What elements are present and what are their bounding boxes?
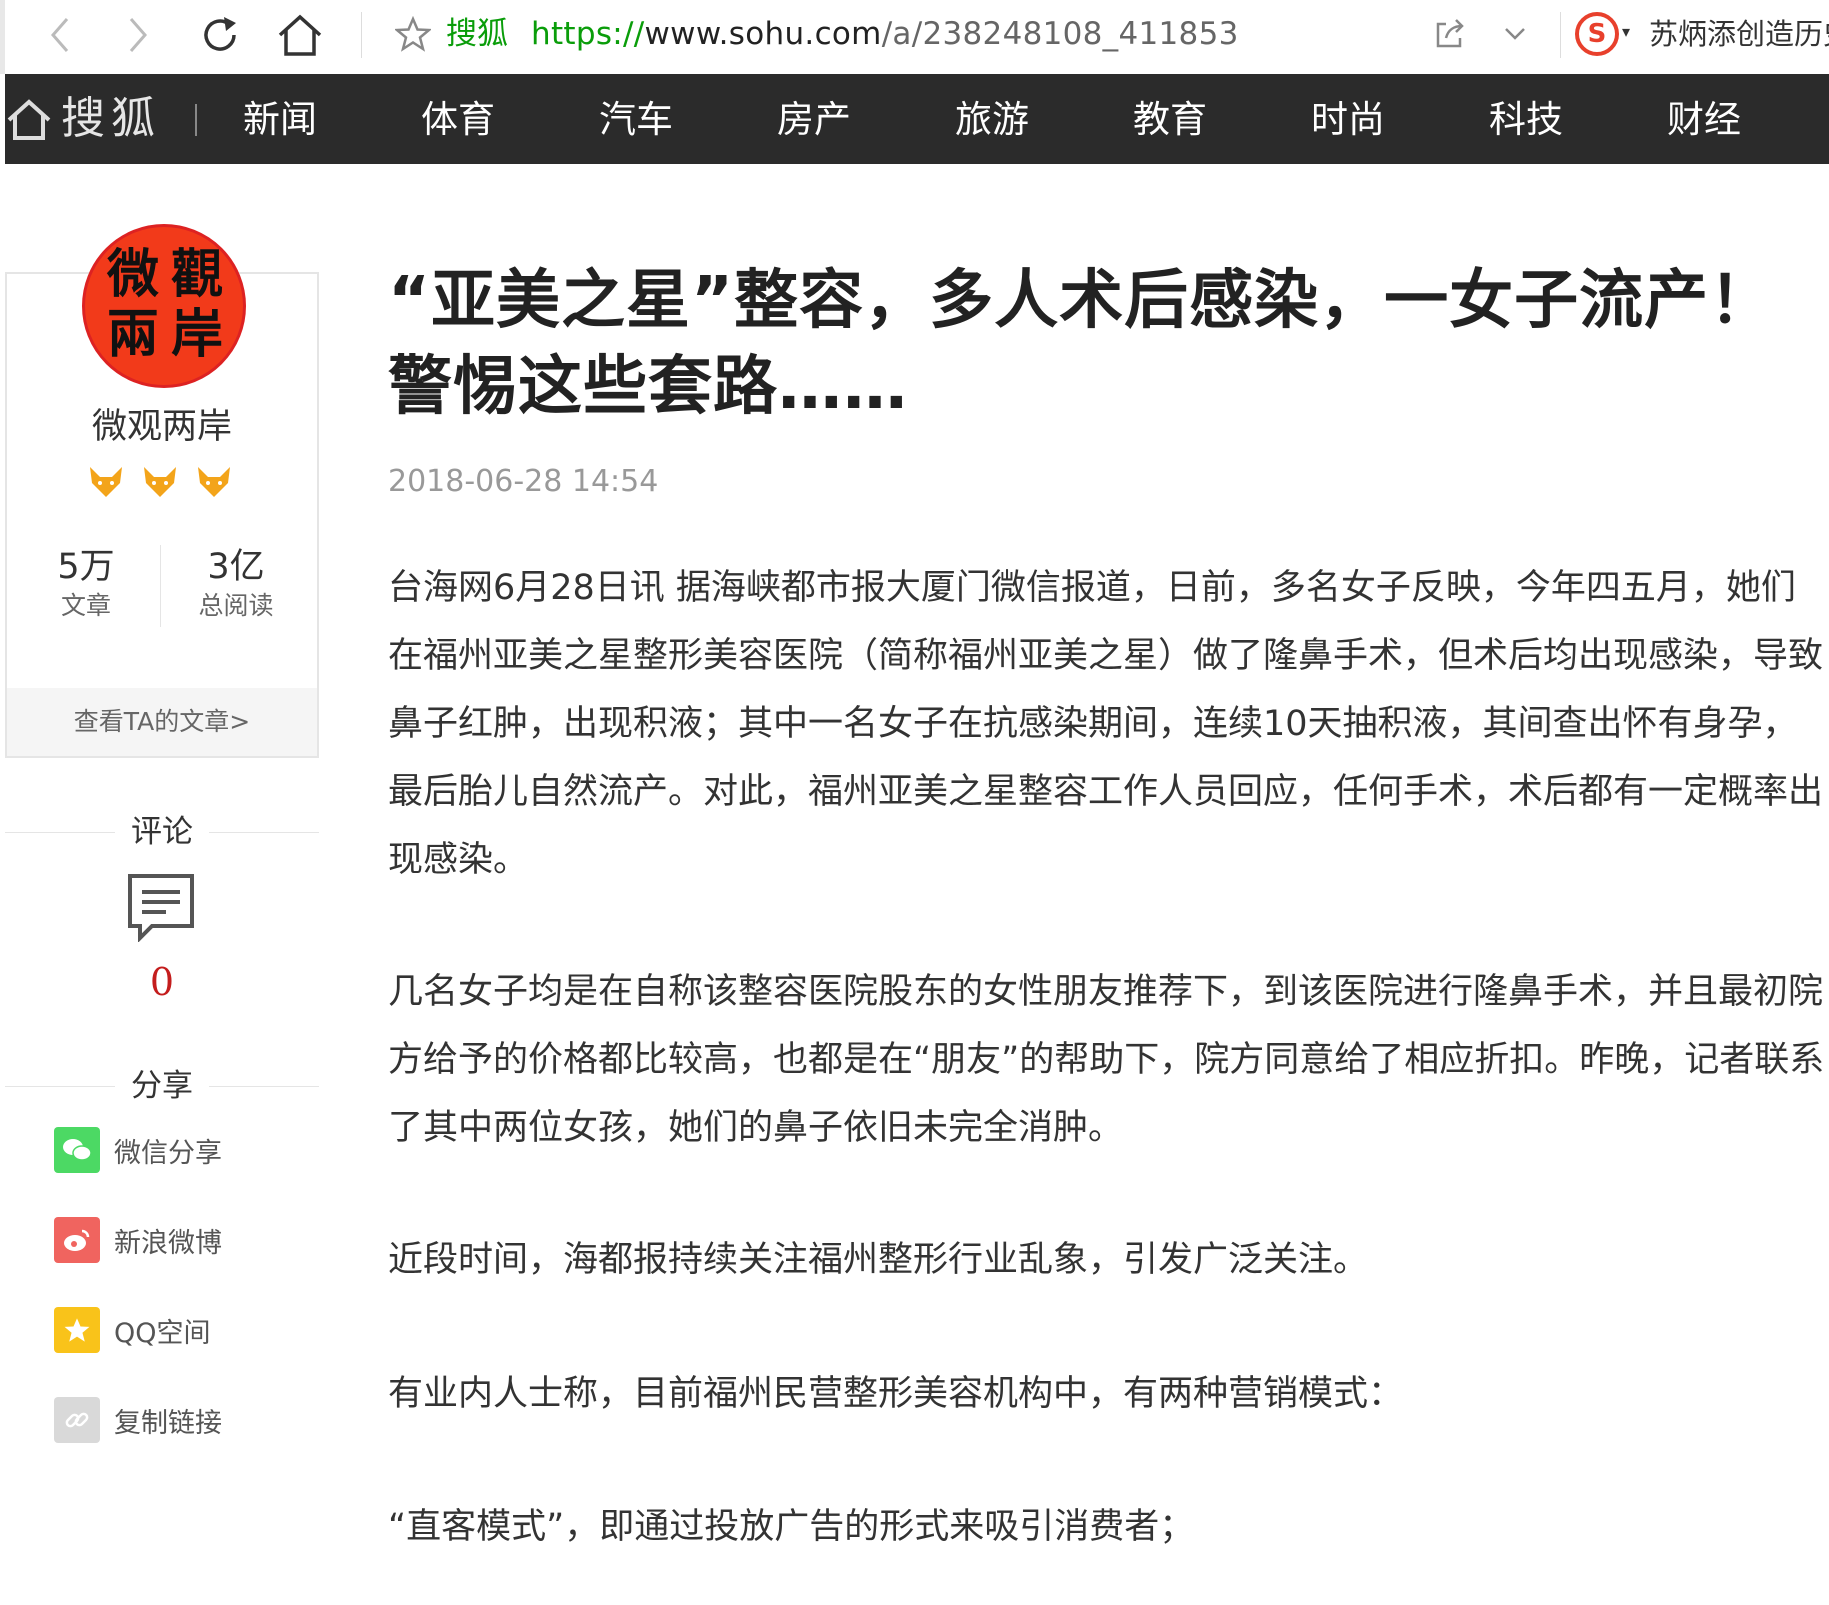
article-paragraph: 台海网6月28日讯 据海峡都市报大厦门微信报道，日前，多名女子反映，今年四五月，…: [388, 568, 1824, 880]
comments-section-header: 评论: [5, 808, 319, 856]
article-title: “亚美之星”整容，多人术后感染，一女子流产！警惕这些套路……: [388, 264, 1775, 424]
sogou-search-icon[interactable]: S: [1575, 12, 1619, 56]
sohu-logo[interactable]: 搜狐: [61, 92, 161, 146]
author-name[interactable]: 微观两岸: [5, 405, 319, 449]
nav-item-auto[interactable]: 汽车: [599, 96, 673, 144]
fox-badge-icon: [196, 465, 232, 499]
reads-label: 总阅读: [198, 591, 274, 620]
weibo-icon: [54, 1217, 100, 1263]
address-bar[interactable]: https://www.sohu.com/a/238248108_411853: [531, 14, 1239, 54]
top-nav: 搜狐 新闻 体育 汽车 房产 旅游 教育 时尚 科技 财经: [5, 74, 1829, 164]
reads-stat: 3亿 总阅读: [176, 545, 296, 623]
chevron-left-icon: [51, 18, 69, 52]
comment-icon[interactable]: [126, 872, 196, 942]
reads-count: 3亿: [207, 547, 265, 587]
share-weibo-button[interactable]: 新浪微博: [54, 1216, 222, 1264]
url-path: /a/238248108_411853: [881, 16, 1239, 52]
reload-button[interactable]: [195, 10, 245, 60]
nav-item-news[interactable]: 新闻: [243, 96, 317, 144]
avatar-char: 觀: [170, 244, 223, 305]
share-label: 分享: [115, 1062, 209, 1110]
news-ticker[interactable]: 苏炳添创造历史: [1649, 14, 1829, 54]
share-wechat-button[interactable]: 微信分享: [54, 1126, 222, 1174]
reload-icon: [204, 17, 236, 51]
home-button[interactable]: [275, 10, 325, 60]
articles-count: 5万: [57, 547, 115, 587]
caret-down-icon[interactable]: ▾: [1622, 22, 1630, 41]
browser-toolbar: 搜狐 https://www.sohu.com/a/238248108_4118…: [0, 0, 1829, 74]
site-name-label: 搜狐: [446, 16, 508, 52]
nav-item-fashion[interactable]: 时尚: [1311, 96, 1385, 144]
qzone-star-icon: [54, 1307, 100, 1353]
forward-button[interactable]: [113, 10, 163, 60]
share-qzone-button[interactable]: QQ空间: [54, 1306, 211, 1354]
link-icon: [54, 1397, 100, 1443]
share-wechat-label: 微信分享: [114, 1137, 222, 1169]
author-badges: [88, 465, 232, 499]
comments-label: 评论: [115, 808, 209, 856]
avatar-char: 兩: [106, 304, 159, 365]
url-domain: www.sohu.com: [644, 16, 882, 52]
publish-date: 2018-06-28 14:54: [388, 464, 659, 499]
nav-item-travel[interactable]: 旅游: [955, 96, 1029, 144]
share-section-header: 分享: [5, 1062, 319, 1110]
wechat-icon: [54, 1127, 100, 1173]
fox-badge-icon: [142, 465, 178, 499]
bookmark-star-icon[interactable]: [393, 14, 433, 54]
back-button[interactable]: [35, 10, 85, 60]
share-qzone-label: QQ空间: [114, 1317, 211, 1349]
article-paragraph: “直客模式”，即通过投放广告的形式来吸引消费者；: [388, 1507, 1195, 1547]
article-paragraph: 有业内人士称，目前福州民营整形美容机构中，有两种营销模式：: [388, 1374, 1404, 1414]
avatar-char: 微: [106, 244, 159, 305]
copy-link-button[interactable]: 复制链接: [54, 1396, 222, 1444]
stat-divider: [160, 545, 161, 627]
author-avatar[interactable]: 微 觀 兩 岸: [82, 224, 246, 388]
nav-item-realestate[interactable]: 房产: [777, 96, 851, 144]
share-weibo-label: 新浪微博: [114, 1227, 222, 1259]
comment-count[interactable]: 0: [5, 958, 319, 1006]
home-icon: [278, 14, 322, 56]
nav-divider: [195, 104, 197, 136]
article-paragraph: 近段时间，海都报持续关注福州整形行业乱象，引发广泛关注。: [388, 1240, 1369, 1280]
article-paragraph: 几名女子均是在自称该整容医院股东的女性朋友推荐下，到该医院进行隆鼻手术，并且最初…: [388, 972, 1825, 1148]
chevron-right-icon: [129, 18, 147, 52]
articles-label: 文章: [60, 591, 111, 620]
avatar-char: 岸: [170, 304, 223, 365]
nav-item-finance[interactable]: 财经: [1667, 96, 1741, 144]
home-icon[interactable]: [5, 96, 53, 144]
toolbar-divider: [361, 12, 362, 58]
copy-link-label: 复制链接: [114, 1407, 222, 1439]
nav-item-tech[interactable]: 科技: [1489, 96, 1563, 144]
nav-item-sports[interactable]: 体育: [421, 96, 495, 144]
nav-item-education[interactable]: 教育: [1133, 96, 1207, 144]
share-page-icon[interactable]: [1432, 16, 1468, 52]
articles-stat: 5万 文章: [26, 545, 146, 623]
toolbar-divider: [1560, 12, 1561, 58]
fox-badge-icon: [88, 465, 124, 499]
view-author-articles-link[interactable]: 查看TA的文章>: [7, 688, 317, 756]
url-scheme: https://: [531, 16, 645, 52]
chevron-down-icon[interactable]: [1497, 16, 1533, 52]
